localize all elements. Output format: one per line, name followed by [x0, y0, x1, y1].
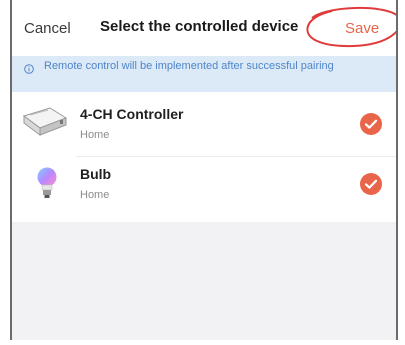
device-room: Home	[80, 129, 110, 141]
row-divider	[76, 156, 396, 157]
info-icon	[24, 64, 34, 74]
app-screen: Cancel Select the controlled device Save…	[12, 0, 396, 340]
controller-icon	[22, 107, 68, 136]
bulb-icon	[37, 167, 57, 198]
device-name: Bulb	[80, 166, 112, 182]
banner-message: Remote control will be implemented after…	[44, 60, 334, 72]
screenshot-frame: Cancel Select the controlled device Save…	[0, 0, 405, 345]
device-room: Home	[80, 189, 110, 201]
device-name: 4-CH Controller	[80, 106, 184, 122]
checkmark-selected-icon[interactable]	[359, 172, 383, 196]
save-button[interactable]: Save	[345, 20, 379, 37]
device-row-4ch-controller[interactable]: 4-CH Controller Home	[12, 92, 396, 157]
device-row-bulb[interactable]: Bulb Home	[12, 158, 396, 222]
checkmark-selected-icon[interactable]	[359, 112, 383, 136]
info-banner: Remote control will be implemented after…	[12, 56, 396, 92]
device-edge-right	[396, 0, 398, 340]
page-title: Select the controlled device	[100, 18, 299, 35]
nav-header: Cancel Select the controlled device Save	[12, 0, 396, 56]
device-list: 4-CH Controller Home Bulb Home	[12, 92, 396, 222]
cancel-button[interactable]: Cancel	[24, 20, 71, 37]
